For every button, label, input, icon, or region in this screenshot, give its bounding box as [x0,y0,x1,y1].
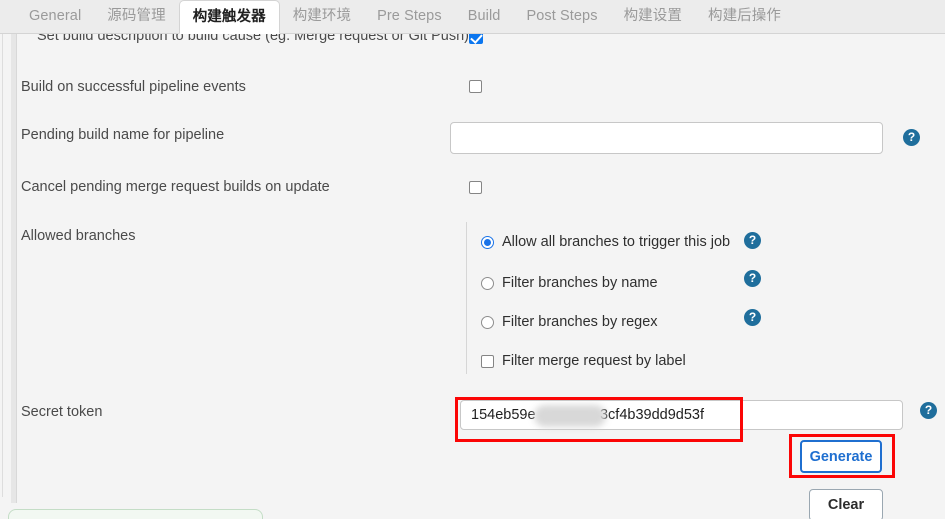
allowed-branches-divider [466,222,467,374]
config-tab-bar: General 源码管理 构建触发器 构建环境 Pre Steps Build … [0,0,945,34]
bottom-save-bar [8,509,263,519]
allow-all-branches-help-icon[interactable]: ? [744,232,761,249]
cancel-pending-merge-request-builds-checkbox[interactable] [469,181,482,194]
generate-button[interactable]: Generate [800,440,882,473]
tab-post-steps[interactable]: Post Steps [513,0,610,33]
filter-merge-request-by-label-checkbox[interactable] [481,355,494,368]
tab-pre-steps[interactable]: Pre Steps [364,0,455,33]
allow-all-branches-radio[interactable] [481,236,494,249]
filter-branches-by-name-radio[interactable] [481,277,494,290]
tab-build[interactable]: Build [455,0,514,33]
cancel-pending-merge-request-builds-label: Cancel pending merge request builds on u… [21,179,330,195]
panel-left-border [2,34,3,497]
tab-general[interactable]: General [16,0,94,33]
filter-branches-by-name-help-icon[interactable]: ? [744,270,761,287]
pending-build-name-input[interactable] [450,122,883,154]
jenkins-job-config-screen: General 源码管理 构建触发器 构建环境 Pre Steps Build … [0,0,945,519]
row-set-build-description: Set build description to build cause (eg… [0,34,945,48]
filter-branches-by-name-label: Filter branches by name [502,275,658,291]
tab-source-code-mgmt[interactable]: 源码管理 [94,0,178,33]
tab-post-build-actions[interactable]: 构建后操作 [695,0,794,33]
build-on-successful-pipeline-events-checkbox[interactable] [469,80,482,93]
filter-branches-by-regex-help-icon[interactable]: ? [744,309,761,326]
tab-build-environment[interactable]: 构建环境 [280,0,364,33]
set-build-description-label: Set build description to build cause (eg… [37,34,470,44]
secret-token-label: Secret token [21,404,103,420]
tab-build-triggers[interactable]: 构建触发器 [178,0,280,34]
pending-build-name-help-icon[interactable]: ? [903,129,920,146]
filter-merge-request-by-label-label: Filter merge request by label [502,353,686,369]
pending-build-name-label: Pending build name for pipeline [21,127,225,143]
secret-token-help-icon[interactable]: ? [920,402,937,419]
tab-build-settings[interactable]: 构建设置 [611,0,695,33]
allowed-branches-label: Allowed branches [21,228,136,244]
clear-button[interactable]: Clear [809,489,883,519]
section-gutter-line [16,34,17,503]
allow-all-branches-label: Allow all branches to trigger this job [502,234,731,250]
filter-branches-by-regex-radio[interactable] [481,316,494,329]
filter-branches-by-regex-label: Filter branches by regex [502,314,658,330]
set-build-description-checkbox[interactable] [469,34,483,44]
build-on-successful-pipeline-events-label: Build on successful pipeline events [21,79,246,95]
secret-token-input[interactable] [460,400,903,430]
